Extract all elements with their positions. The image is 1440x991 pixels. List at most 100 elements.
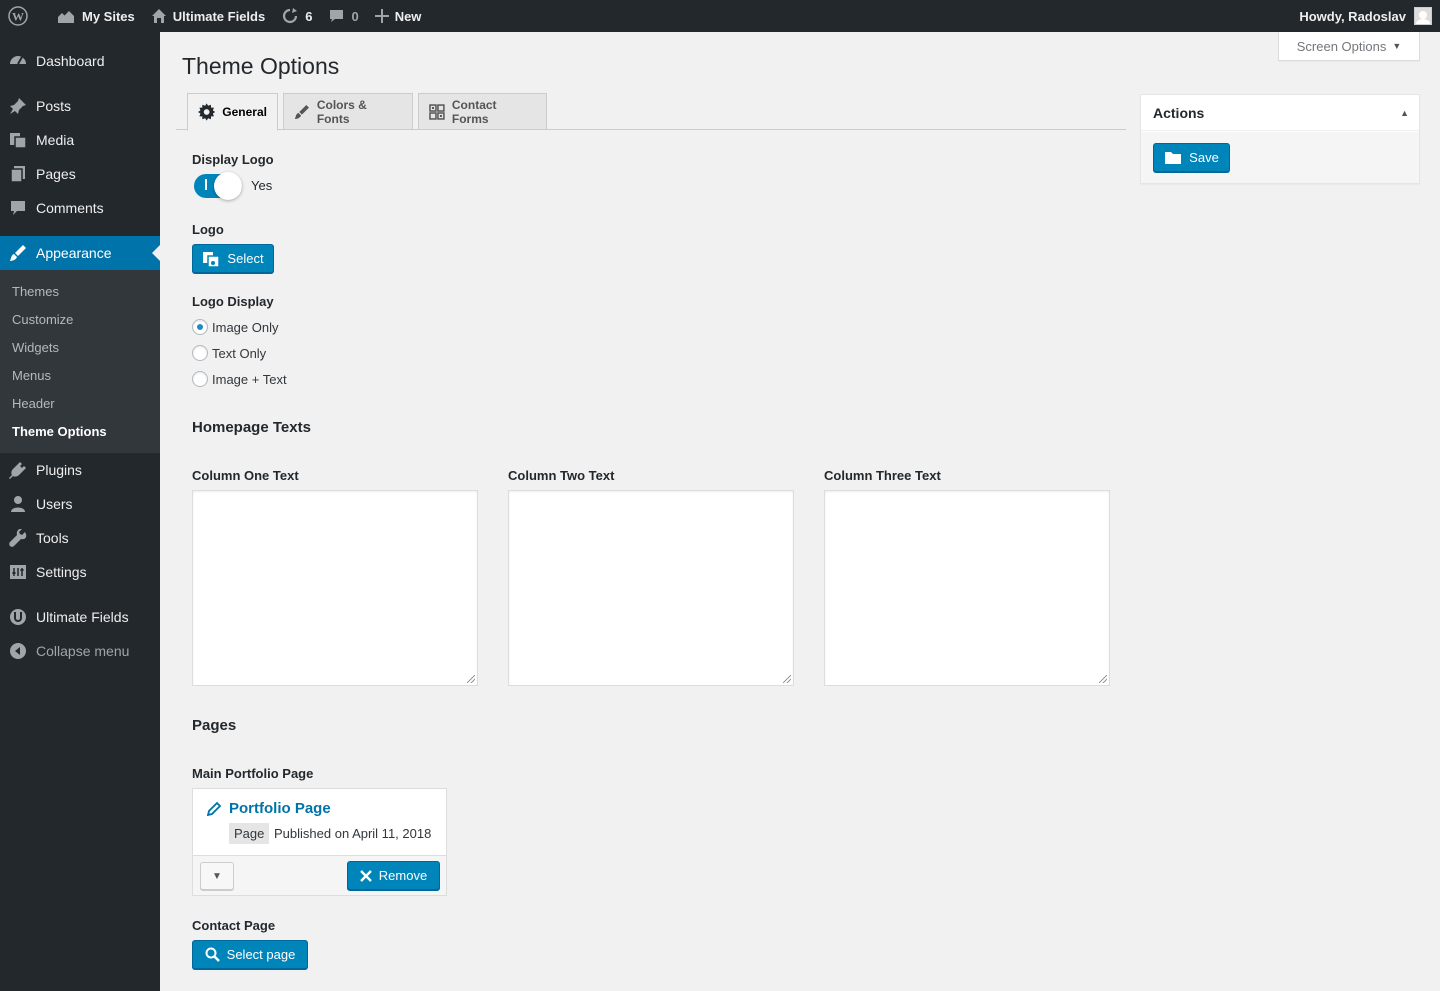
submenu-theme-options[interactable]: Theme Options: [12, 424, 107, 439]
resize-handle[interactable]: [467, 675, 475, 683]
radio-image-text[interactable]: Image + Text: [192, 371, 287, 387]
publish-date: Published on April 11, 2018: [274, 826, 432, 841]
updates-menu[interactable]: 6: [273, 0, 320, 32]
dashboard-icon: [0, 52, 36, 70]
comment-bubble-icon: [330, 10, 344, 22]
ultimate-fields-icon: [0, 608, 36, 626]
submenu-header[interactable]: Header: [12, 396, 55, 411]
radio-image-only[interactable]: Image Only: [192, 319, 278, 335]
radio-input[interactable]: [192, 345, 208, 361]
submenu-menus[interactable]: Menus: [12, 368, 51, 383]
my-sites-menu[interactable]: My Sites: [42, 0, 143, 32]
card-footer: ▼ Remove: [193, 855, 446, 895]
select-page-button[interactable]: Select page: [192, 940, 308, 969]
comments-menu[interactable]: 0: [320, 0, 366, 32]
menu-appearance[interactable]: Appearance: [0, 236, 160, 270]
menu-users[interactable]: Users: [0, 487, 160, 521]
contact-page-label: Contact Page: [192, 918, 276, 933]
menu-pages[interactable]: Pages: [0, 157, 160, 191]
tab-contact-forms[interactable]: Contact Forms: [418, 93, 547, 130]
media-icon: [0, 131, 36, 149]
media-icon: [203, 251, 221, 268]
resize-handle[interactable]: [783, 675, 791, 683]
menu-label: Settings: [36, 564, 87, 580]
site-name-label: Ultimate Fields: [172, 8, 266, 24]
tab-colors-fonts[interactable]: Colors & Fonts: [283, 93, 413, 130]
radio-text-only[interactable]: Text Only: [192, 345, 266, 361]
save-button[interactable]: Save: [1153, 143, 1230, 172]
menu-media[interactable]: Media: [0, 123, 160, 157]
menu-label: Comments: [36, 200, 104, 216]
pages-heading: Pages: [192, 717, 237, 734]
menu-label: Pages: [36, 166, 76, 182]
menu-tools[interactable]: Tools: [0, 521, 160, 555]
button-label: Select: [227, 251, 264, 266]
actions-box: Actions ▲ Save: [1140, 94, 1420, 184]
logo-display-label: Logo Display: [192, 294, 274, 309]
toggle-on-mark: [205, 179, 207, 190]
caret-down-icon: ▼: [212, 870, 222, 882]
column-one-textarea[interactable]: [192, 490, 478, 686]
column-three-textarea[interactable]: [824, 490, 1110, 686]
menu-dashboard[interactable]: Dashboard: [0, 44, 160, 78]
comment-icon: [0, 199, 36, 217]
svg-text:W: W: [12, 10, 24, 24]
button-label: Save: [1189, 150, 1219, 165]
menu-label: Dashboard: [36, 53, 105, 69]
column-three-label: Column Three Text: [824, 468, 941, 483]
menu-label: Users: [36, 496, 73, 512]
actions-body: Save: [1141, 132, 1419, 183]
account-menu[interactable]: Howdy, Radoslav: [1299, 0, 1440, 32]
main-portfolio-label: Main Portfolio Page: [192, 766, 314, 781]
actions-header[interactable]: Actions ▲: [1141, 95, 1419, 131]
collapse-menu[interactable]: Collapse menu: [0, 634, 160, 668]
site-name-menu[interactable]: Ultimate Fields: [143, 0, 273, 32]
gear-icon: [198, 103, 216, 121]
selected-page-card: Portfolio Page Page Published on April 1…: [192, 788, 447, 896]
logo-label: Logo: [192, 222, 224, 237]
menu-comments[interactable]: Comments: [0, 191, 160, 225]
grid-icon: [429, 103, 445, 120]
pin-icon: [0, 97, 36, 115]
tab-bar: General Colors & Fonts Contact Forms: [176, 92, 1126, 131]
resize-handle[interactable]: [1099, 675, 1107, 683]
radio-label: Image Only: [212, 319, 279, 335]
column-two-textarea[interactable]: [508, 490, 794, 686]
submenu-widgets[interactable]: Widgets: [12, 340, 59, 355]
tab-general[interactable]: General: [187, 93, 278, 131]
display-logo-toggle[interactable]: [194, 172, 242, 200]
tab-label: General: [222, 105, 267, 119]
portfolio-page-link[interactable]: Portfolio Page: [207, 800, 331, 817]
menu-label: Media: [36, 132, 75, 148]
wordpress-logo[interactable]: W: [0, 0, 42, 32]
radio-input[interactable]: [192, 319, 208, 335]
menu-settings[interactable]: Settings: [0, 555, 160, 589]
button-label: Remove: [378, 868, 428, 883]
expand-button[interactable]: ▼: [200, 862, 234, 890]
wrench-icon: [0, 529, 36, 547]
menu-plugins[interactable]: Plugins: [0, 453, 160, 487]
radio-label: Image + Text: [212, 371, 287, 387]
tab-label: Contact Forms: [451, 97, 497, 126]
new-content-menu[interactable]: New: [367, 0, 430, 32]
menu-posts[interactable]: Posts: [0, 89, 160, 123]
actions-title: Actions: [1153, 105, 1205, 121]
screen-options-button[interactable]: Screen Options ▼: [1278, 32, 1420, 61]
radio-input[interactable]: [192, 371, 208, 387]
pencil-icon: [207, 801, 221, 816]
logo-select-button[interactable]: Select: [192, 244, 274, 273]
close-icon: [359, 869, 372, 882]
plus-icon: [374, 9, 389, 23]
homepage-texts-heading: Homepage Texts: [192, 419, 311, 436]
caret-up-icon[interactable]: ▲: [1400, 108, 1409, 118]
submenu-themes[interactable]: Themes: [12, 284, 59, 299]
remove-button[interactable]: Remove: [347, 861, 440, 890]
display-logo-state: Yes: [251, 178, 273, 193]
admin-sidebar: Dashboard Posts Media Pages Comments App…: [0, 32, 160, 991]
avatar: [1414, 7, 1432, 25]
sites-icon: [58, 11, 74, 23]
menu-ultimate-fields[interactable]: Ultimate Fields: [0, 600, 160, 634]
new-label: New: [394, 8, 422, 24]
submenu-customize[interactable]: Customize: [12, 312, 73, 327]
search-icon: [205, 947, 220, 962]
